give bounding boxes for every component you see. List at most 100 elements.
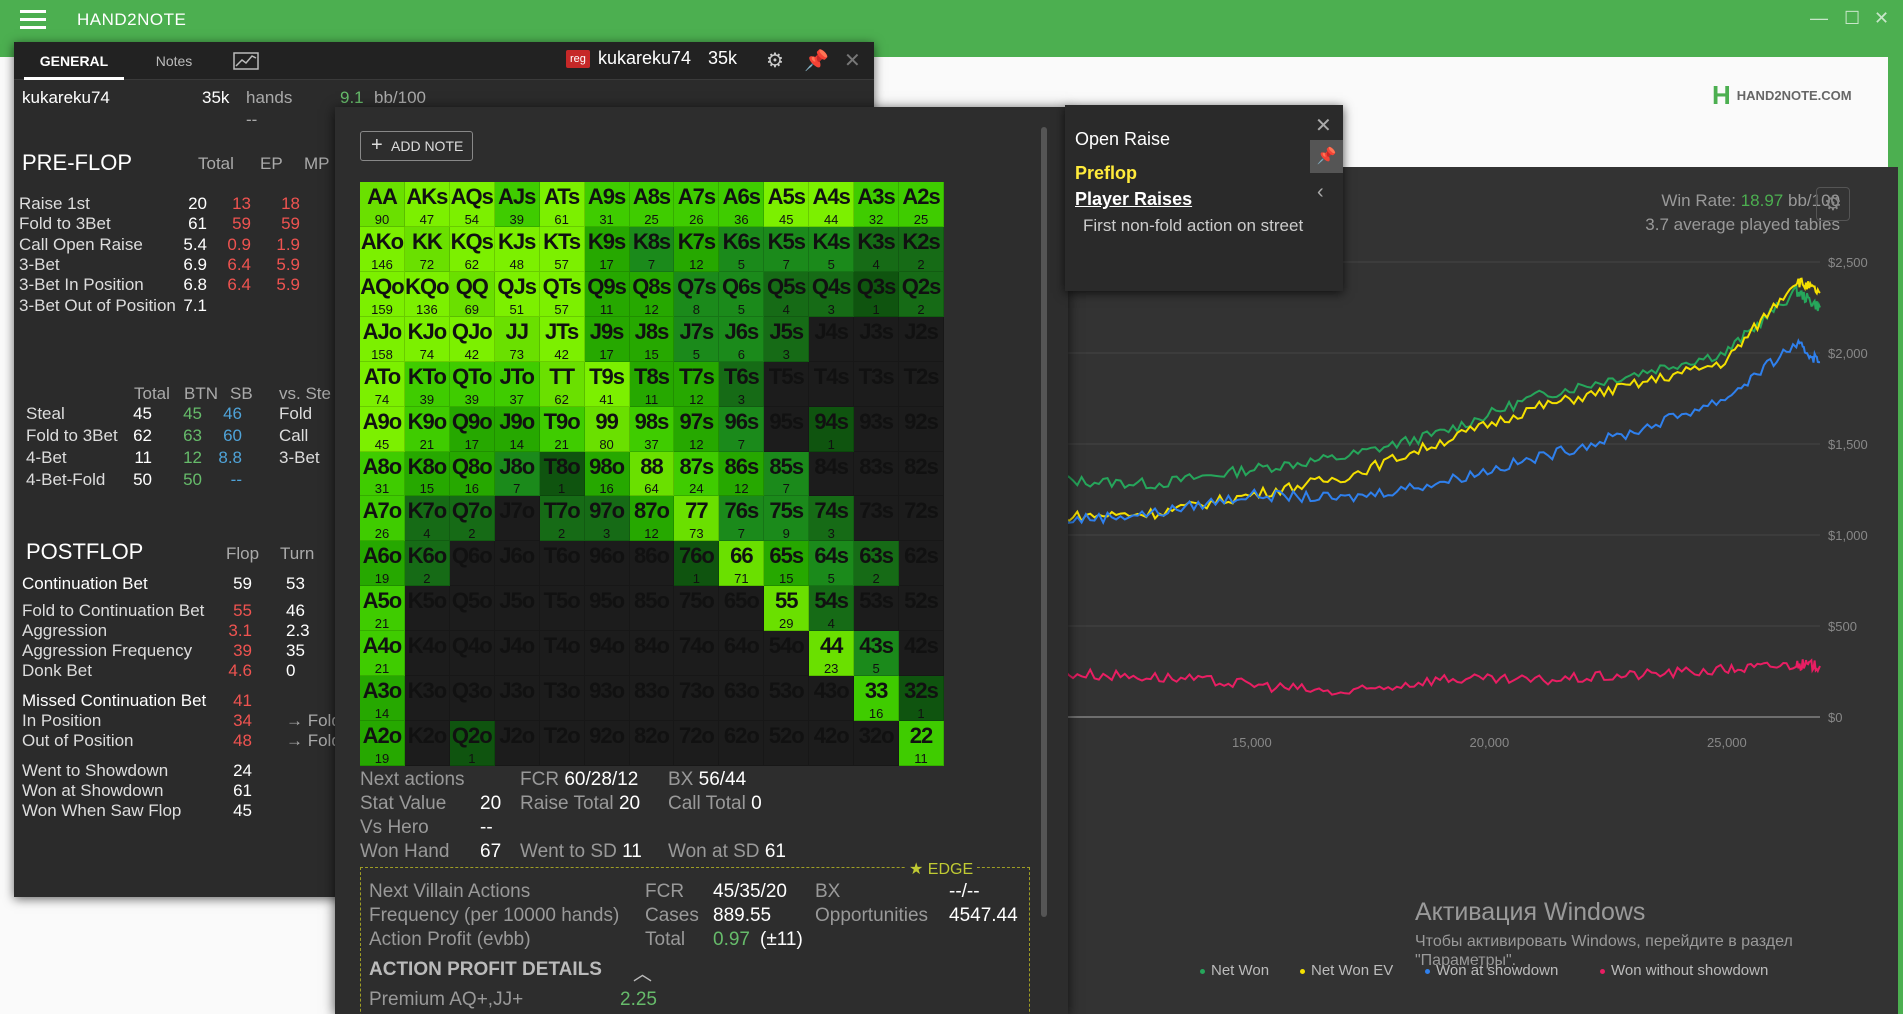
hand-cell[interactable]: Q2o 1	[449, 721, 495, 766]
hand-cell[interactable]: 52s	[899, 586, 944, 632]
hand-cell[interactable]: Q5o	[449, 586, 495, 632]
hand-cell[interactable]: AQs 54	[449, 182, 495, 227]
hand-cell[interactable]: J7s 5	[674, 316, 720, 362]
hand-cell[interactable]: A7s 26	[674, 182, 720, 227]
hand-cell[interactable]: T7o 2	[539, 496, 585, 542]
hand-cell[interactable]: K3o	[404, 676, 450, 722]
hand-cell[interactable]: 99 80	[584, 406, 630, 452]
hand-cell[interactable]: Q7s 8	[674, 271, 720, 317]
add-note-button[interactable]: + ADD NOTE	[360, 131, 473, 161]
hand-cell[interactable]: T9s 41	[584, 361, 630, 407]
hand-cell[interactable]: J8s 15	[629, 316, 675, 362]
hand-cell[interactable]: A8s 25	[629, 182, 675, 227]
hand-cell[interactable]: J2s	[899, 316, 944, 362]
hand-cell[interactable]: T6o	[539, 541, 585, 587]
hand-cell[interactable]: 86s 12	[719, 451, 765, 497]
hand-cell[interactable]: 52o	[764, 721, 810, 766]
hand-cell[interactable]: J2o	[494, 721, 540, 766]
hand-cell[interactable]: Q9o 17	[449, 406, 495, 452]
hand-cell[interactable]: K6s 5	[719, 226, 765, 272]
hand-cell[interactable]: 83s	[854, 451, 900, 497]
menu-icon[interactable]	[20, 10, 46, 30]
hand-cell[interactable]: 74o	[674, 631, 720, 677]
hand-cell[interactable]: K9s 17	[584, 226, 630, 272]
hand-cell[interactable]: K4s 5	[809, 226, 855, 272]
hand-cell[interactable]: 54s 4	[809, 586, 855, 632]
hand-cell[interactable]: 74s 3	[809, 496, 855, 542]
hand-cell[interactable]: AA 90	[360, 182, 405, 227]
hand-cell[interactable]: K5o	[404, 586, 450, 632]
hand-cell[interactable]: 97o 3	[584, 496, 630, 542]
hand-cell[interactable]: Q3s 1	[854, 271, 900, 317]
hand-cell[interactable]: K8s 7	[629, 226, 675, 272]
hand-cell[interactable]: 98o 16	[584, 451, 630, 497]
pin-icon[interactable]: 📌	[804, 48, 829, 73]
hand-cell[interactable]: Q2s 2	[899, 271, 944, 317]
tooltip-link[interactable]: Player Raises	[1075, 189, 1192, 210]
hand-cell[interactable]: A8o 31	[360, 451, 405, 497]
hand-cell[interactable]: KQo 136	[404, 271, 450, 317]
hand-cell[interactable]: Q9s 11	[584, 271, 630, 317]
hand-cell[interactable]: 98s 37	[629, 406, 675, 452]
hand-cell[interactable]: K4o	[404, 631, 450, 677]
hand-cell[interactable]: K8o 15	[404, 451, 450, 497]
hand-cell[interactable]: J5o	[494, 586, 540, 632]
hand-cell[interactable]: 94o	[584, 631, 630, 677]
hand-cell[interactable]: J7o	[494, 496, 540, 542]
hand-cell[interactable]: 93s	[854, 406, 900, 452]
hand-cell[interactable]: 96s 7	[719, 406, 765, 452]
hand-cell[interactable]: Q8s 12	[629, 271, 675, 317]
hand-cell[interactable]: K7s 12	[674, 226, 720, 272]
hand-cell[interactable]: J8o 7	[494, 451, 540, 497]
close-window-icon[interactable]: ✕	[1874, 8, 1889, 29]
hand-cell[interactable]: 82s	[899, 451, 944, 497]
hand-cell[interactable]: 63o	[719, 676, 765, 722]
hand-cell[interactable]: 62o	[719, 721, 765, 766]
hand-cell[interactable]: A5s 45	[764, 182, 810, 227]
hand-cell[interactable]: 93o	[584, 676, 630, 722]
hand-cell[interactable]: ATs 61	[539, 182, 585, 227]
hand-cell[interactable]: 75o	[674, 586, 720, 632]
hand-cell[interactable]: 92o	[584, 721, 630, 766]
hand-cell[interactable]: A3o 14	[360, 676, 405, 722]
hand-cell[interactable]: 86o	[629, 541, 675, 587]
collapse-chevron-icon[interactable]: ︿	[633, 959, 652, 986]
hand-cell[interactable]: T4s	[809, 361, 855, 407]
gear-icon[interactable]: ⚙	[766, 48, 784, 73]
hand-cell[interactable]: 53o	[764, 676, 810, 722]
hand-cell[interactable]: AKs 47	[404, 182, 450, 227]
hand-cell[interactable]: 87o 12	[629, 496, 675, 542]
hand-cell[interactable]: T2s	[899, 361, 944, 407]
hand-cell[interactable]: KJo 74	[404, 316, 450, 362]
hand-cell[interactable]: AKo 146	[360, 226, 405, 272]
tab-general[interactable]: GENERAL	[24, 42, 124, 80]
hand-cell[interactable]: ATo 74	[360, 361, 405, 407]
hand-cell[interactable]: 65s 15	[764, 541, 810, 587]
hand-cell[interactable]: KQs 62	[449, 226, 495, 272]
hand-cell[interactable]: 72s	[899, 496, 944, 542]
hand-cell[interactable]: 82o	[629, 721, 675, 766]
chart-settings-icon[interactable]: ⚙	[1816, 187, 1850, 221]
hand-cell[interactable]: 75s 9	[764, 496, 810, 542]
hand-cell[interactable]: A2o 19	[360, 721, 405, 766]
hand-cell[interactable]: J6s 6	[719, 316, 765, 362]
hand-cell[interactable]: 63s 2	[854, 541, 900, 587]
hand-cell[interactable]: 62s	[899, 541, 944, 587]
hand-cell[interactable]: AJo 158	[360, 316, 405, 362]
hand-cell[interactable]: 95s	[764, 406, 810, 452]
tooltip-close-icon[interactable]: ✕	[1315, 113, 1332, 138]
hand-cell[interactable]: K7o 4	[404, 496, 450, 542]
hand-cell[interactable]: A9o 45	[360, 406, 405, 452]
hand-cell[interactable]: 84o	[629, 631, 675, 677]
hand-cell[interactable]: Q4s 3	[809, 271, 855, 317]
hand-cell[interactable]: 22 11	[899, 721, 944, 766]
hand-cell[interactable]: J3o	[494, 676, 540, 722]
hand-cell[interactable]: A4s 44	[809, 182, 855, 227]
hand-cell[interactable]: Q6o	[449, 541, 495, 587]
hand-cell[interactable]: 43s 5	[854, 631, 900, 677]
minimize-icon[interactable]: —	[1810, 8, 1828, 29]
hand-cell[interactable]: T5o	[539, 586, 585, 632]
hand-cell[interactable]: T9o 21	[539, 406, 585, 452]
maximize-icon[interactable]: ☐	[1844, 8, 1860, 29]
hand-cell[interactable]: 96o	[584, 541, 630, 587]
